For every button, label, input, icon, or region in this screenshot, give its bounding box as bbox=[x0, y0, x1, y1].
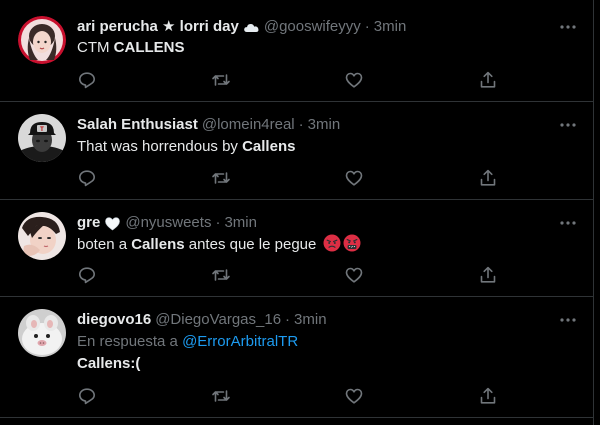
timestamp[interactable]: 3min bbox=[374, 17, 407, 37]
retweet-icon bbox=[212, 74, 230, 86]
svg-text:T: T bbox=[40, 127, 44, 133]
display-name[interactable]: gre bbox=[77, 213, 100, 233]
share-button[interactable] bbox=[478, 265, 498, 285]
more-icon bbox=[560, 123, 576, 127]
separator: · bbox=[298, 116, 304, 133]
tweet-actions bbox=[77, 265, 509, 285]
white-heart-emoji-icon bbox=[104, 215, 121, 232]
reply-button[interactable] bbox=[77, 265, 97, 285]
like-icon bbox=[345, 388, 363, 404]
tweet-text: That was horrendous by Callens bbox=[77, 137, 295, 157]
like-button[interactable] bbox=[344, 265, 364, 285]
like-button[interactable] bbox=[344, 70, 364, 90]
tweet-text-bold: Callens bbox=[242, 138, 296, 155]
retweet-icon bbox=[212, 269, 230, 281]
tweet-text-plain: That was horrendous by bbox=[77, 138, 243, 155]
reply-icon bbox=[79, 267, 95, 284]
like-button[interactable] bbox=[344, 168, 364, 188]
more-options-button[interactable] bbox=[557, 115, 579, 135]
reply-button[interactable] bbox=[77, 168, 97, 188]
retweet-button[interactable] bbox=[211, 265, 231, 285]
like-button[interactable] bbox=[344, 386, 364, 406]
retweet-button[interactable] bbox=[211, 70, 231, 90]
handle[interactable]: @gooswifeyyy bbox=[264, 17, 361, 37]
more-options-button[interactable] bbox=[557, 310, 579, 330]
tweet-text: Callens:( bbox=[77, 354, 140, 374]
tweet-text-bold: CALLENS bbox=[113, 39, 185, 56]
retweet-button[interactable] bbox=[211, 168, 231, 188]
reply-icon bbox=[79, 72, 95, 89]
tweet-text-plain: boten a bbox=[77, 236, 132, 253]
angry-face-emoji-icon bbox=[323, 234, 341, 252]
reply-mention-link[interactable]: @ErrorArbitralTR bbox=[182, 333, 298, 350]
tweet-text-bold: Callens:( bbox=[77, 355, 141, 372]
retweet-icon bbox=[212, 172, 230, 184]
retweet-icon bbox=[212, 390, 230, 402]
share-icon bbox=[480, 71, 496, 88]
tweet-text-plain: CTM bbox=[77, 39, 114, 56]
share-icon bbox=[480, 169, 496, 186]
tweet[interactable]: ari perucha ★ lorri day @gooswifeyyy · 3… bbox=[0, 0, 593, 102]
tweet-actions bbox=[77, 168, 509, 188]
display-name[interactable]: ari perucha ★ lorri day bbox=[77, 17, 239, 37]
separator: · bbox=[285, 311, 291, 328]
reply-button[interactable] bbox=[77, 386, 97, 406]
avatar[interactable] bbox=[18, 212, 66, 260]
timestamp[interactable]: 3min bbox=[308, 115, 341, 135]
separator: · bbox=[215, 214, 221, 231]
share-button[interactable] bbox=[478, 70, 498, 90]
tweet-text: boten a Callens antes que le pegue bbox=[77, 234, 361, 255]
reply-icon bbox=[79, 388, 95, 405]
timeline-feed: ari perucha ★ lorri day @gooswifeyyy · 3… bbox=[0, 0, 594, 425]
tweet-text-plain: antes que le pegue bbox=[184, 236, 321, 253]
reply-button[interactable] bbox=[77, 70, 97, 90]
tweet[interactable]: T Salah Enthusiast @lomein4real · 3min T… bbox=[0, 102, 593, 200]
avatar[interactable] bbox=[18, 309, 66, 357]
cursing-face-emoji-icon bbox=[343, 234, 361, 252]
avatar[interactable]: T bbox=[18, 114, 66, 162]
share-button[interactable] bbox=[478, 168, 498, 188]
reply-context: En respuesta a @ErrorArbitralTR bbox=[77, 332, 298, 352]
retweet-button[interactable] bbox=[211, 386, 231, 406]
tweet-text: CTM CALLENS bbox=[77, 38, 185, 58]
share-button[interactable] bbox=[478, 386, 498, 406]
like-icon bbox=[345, 170, 363, 186]
more-icon bbox=[560, 221, 576, 225]
display-name[interactable]: diegovo16 bbox=[77, 310, 151, 330]
like-icon bbox=[345, 72, 363, 88]
timestamp[interactable]: 3min bbox=[294, 310, 327, 330]
reply-icon bbox=[79, 170, 95, 187]
handle[interactable]: @nyusweets bbox=[125, 213, 211, 233]
tweet[interactable]: gre @nyusweets · 3min boten a Callens an… bbox=[0, 200, 593, 297]
more-icon bbox=[560, 318, 576, 322]
cloud-emoji-icon bbox=[243, 19, 260, 36]
share-icon bbox=[480, 387, 496, 404]
tweet-actions bbox=[77, 70, 509, 90]
more-icon bbox=[560, 25, 576, 29]
tweet-actions bbox=[77, 386, 509, 406]
handle[interactable]: @DiegoVargas_16 bbox=[155, 310, 281, 330]
timestamp[interactable]: 3min bbox=[224, 213, 257, 233]
reply-prefix: En respuesta a bbox=[77, 333, 183, 350]
tweet-text-bold: Callens bbox=[131, 236, 185, 253]
more-options-button[interactable] bbox=[557, 213, 579, 233]
display-name[interactable]: Salah Enthusiast bbox=[77, 115, 198, 135]
avatar[interactable] bbox=[18, 16, 66, 64]
like-icon bbox=[345, 267, 363, 283]
separator: · bbox=[364, 18, 370, 35]
more-options-button[interactable] bbox=[557, 17, 579, 37]
tweet[interactable]: diegovo16 @DiegoVargas_16 · 3min En resp… bbox=[0, 297, 593, 418]
share-icon bbox=[480, 266, 496, 283]
handle[interactable]: @lomein4real bbox=[202, 115, 295, 135]
